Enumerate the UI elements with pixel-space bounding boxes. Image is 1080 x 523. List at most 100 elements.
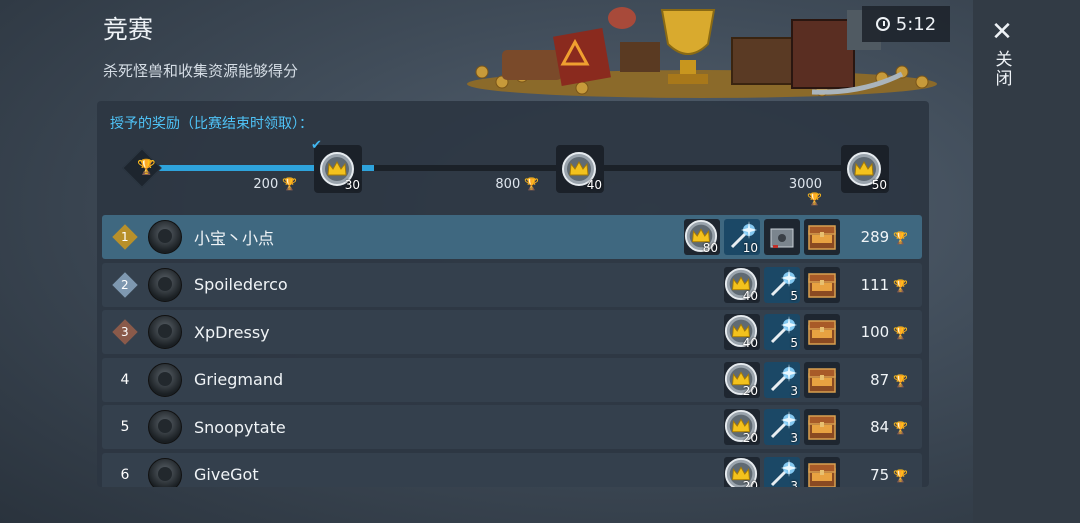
rank-number: 3 bbox=[121, 324, 129, 339]
milestone-threshold: 200 🏆 bbox=[247, 177, 297, 192]
score-value: 84 bbox=[870, 418, 890, 436]
leaderboard-row[interactable]: 2 Spoilederco 40 5 111 🏆 bbox=[102, 262, 922, 307]
reward-item-crown-coin[interactable]: 20 bbox=[724, 409, 760, 445]
avatar[interactable] bbox=[148, 220, 182, 254]
close-button[interactable]: ✕ 关闭 bbox=[984, 18, 1020, 118]
avatar[interactable] bbox=[148, 362, 182, 397]
chest-icon bbox=[808, 320, 836, 345]
chest-icon bbox=[808, 415, 836, 440]
timer: 5:12 bbox=[862, 6, 950, 42]
threshold-value: 3000 bbox=[788, 177, 822, 192]
item-count: 3 bbox=[790, 383, 798, 398]
reward-item-wand[interactable]: 3 bbox=[764, 409, 800, 445]
player-score: 75 🏆 bbox=[850, 466, 908, 484]
timer-value: 5:12 bbox=[895, 13, 937, 35]
rank-number: 1 bbox=[121, 229, 129, 244]
reward-item-chest[interactable] bbox=[804, 361, 840, 398]
avatar[interactable] bbox=[148, 457, 182, 487]
reward-items: 20 3 bbox=[724, 456, 840, 488]
score-value: 289 bbox=[860, 228, 890, 246]
reward-item-chest[interactable] bbox=[804, 219, 840, 255]
leaderboard-row[interactable]: 1 小宝丶小点 80 10 289 🏆 bbox=[102, 215, 922, 259]
trophy-icon: 🏆 bbox=[807, 192, 822, 206]
rank-number: 5 bbox=[120, 419, 130, 435]
reward-item-chest[interactable] bbox=[804, 409, 840, 445]
leaderboard-row[interactable]: 5 Snoopytate 20 3 84 🏆 bbox=[102, 405, 922, 449]
item-count: 20 bbox=[742, 383, 758, 398]
player-name: GiveGot bbox=[194, 465, 259, 484]
page-subtitle: 杀死怪兽和收集资源能够得分 bbox=[103, 62, 299, 80]
threshold-value: 800 bbox=[495, 177, 521, 192]
trophy-icon: 🏆 bbox=[137, 158, 156, 176]
player-score: 87 🏆 bbox=[850, 371, 908, 389]
avatar[interactable] bbox=[148, 410, 182, 444]
reward-item-chest[interactable] bbox=[804, 266, 840, 303]
rank-number: 6 bbox=[120, 466, 130, 483]
check-icon: ✔ bbox=[311, 138, 322, 153]
milestone-reward[interactable]: ✔ 30 bbox=[311, 138, 362, 193]
reward-item-crown-coin[interactable]: 20 bbox=[724, 456, 760, 488]
item-count: 20 bbox=[742, 431, 758, 445]
reward-items: 20 3 bbox=[724, 409, 840, 445]
leaderboard-row[interactable]: 3 XpDressy 40 5 100 🏆 bbox=[102, 310, 922, 354]
rank-number: 4 bbox=[120, 371, 130, 388]
leaderboard-row[interactable]: 4 Griegmand 20 3 87 🏆 bbox=[102, 357, 922, 402]
reward-item-wand[interactable]: 10 bbox=[724, 219, 760, 255]
trophy-icon: 🏆 bbox=[889, 468, 908, 483]
rank-number: 2 bbox=[121, 277, 129, 292]
milestone-reward[interactable]: 40 bbox=[556, 145, 604, 193]
player-name: Snoopytate bbox=[194, 417, 286, 437]
reward-item-crown-coin[interactable]: 40 bbox=[724, 314, 760, 350]
item-count: 40 bbox=[742, 288, 758, 303]
player-score: 289 🏆 bbox=[850, 228, 908, 246]
score-value: 75 bbox=[870, 465, 890, 484]
milestone-count: 50 bbox=[871, 178, 887, 192]
reward-item-wand[interactable]: 3 bbox=[764, 456, 800, 487]
safe-icon bbox=[770, 228, 794, 248]
milestone-threshold: 3000 🏆 bbox=[772, 177, 822, 207]
reward-item-chest[interactable] bbox=[804, 314, 840, 350]
reward-item-crown-coin[interactable]: 40 bbox=[724, 266, 760, 303]
progress-track bbox=[144, 165, 887, 171]
player-score: 111 🏆 bbox=[850, 276, 908, 294]
chest-icon bbox=[808, 462, 836, 487]
rank-badge: 2 bbox=[102, 271, 148, 298]
reward-items: 80 10 bbox=[684, 219, 840, 255]
reward-item-safe[interactable] bbox=[764, 219, 800, 255]
milestone-reward[interactable]: 50 bbox=[841, 145, 889, 193]
avatar[interactable] bbox=[148, 267, 182, 302]
score-value: 100 bbox=[860, 323, 890, 341]
leaderboard-row[interactable]: 6 GiveGot 20 3 75 🏆 bbox=[102, 452, 922, 488]
trophy-icon: 🏆 bbox=[520, 177, 539, 191]
reward-item-wand[interactable]: 3 bbox=[764, 361, 800, 398]
trophy-icon: 🏆 bbox=[889, 231, 908, 245]
item-count: 3 bbox=[790, 431, 798, 445]
avatar[interactable] bbox=[148, 315, 182, 349]
clock-icon bbox=[875, 17, 890, 31]
reward-item-crown-coin[interactable]: 80 bbox=[684, 219, 720, 255]
reward-item-wand[interactable]: 5 bbox=[764, 314, 800, 350]
score-value: 111 bbox=[860, 275, 890, 294]
trophy-icon: 🏆 bbox=[278, 177, 297, 191]
player-name: Spoilederco bbox=[194, 275, 288, 294]
player-name: 小宝丶小点 bbox=[194, 229, 275, 248]
player-score: 100 🏆 bbox=[850, 323, 908, 341]
trophy-icon: 🏆 bbox=[889, 421, 908, 435]
trophy-icon: 🏆 bbox=[889, 278, 908, 293]
reward-item-crown-coin[interactable]: 20 bbox=[724, 361, 760, 398]
item-count: 5 bbox=[790, 288, 798, 303]
trophy-icon: 🏆 bbox=[889, 373, 908, 388]
item-count: 5 bbox=[790, 336, 798, 350]
reward-item-chest[interactable] bbox=[804, 456, 840, 487]
chest-icon bbox=[808, 367, 836, 393]
player-name: Griegmand bbox=[194, 370, 284, 389]
milestone-count: 40 bbox=[586, 178, 602, 192]
rank-badge: 3 bbox=[102, 319, 148, 345]
milestone-count: 30 bbox=[344, 178, 360, 192]
rewards-label: 授予的奖励（比赛结束时领取）： bbox=[110, 116, 313, 132]
reward-item-wand[interactable]: 5 bbox=[764, 266, 800, 303]
milestone-threshold: 800 🏆 bbox=[489, 177, 539, 192]
item-count: 20 bbox=[742, 478, 758, 488]
item-count: 80 bbox=[702, 241, 718, 255]
rank-badge: 6 bbox=[102, 467, 148, 483]
